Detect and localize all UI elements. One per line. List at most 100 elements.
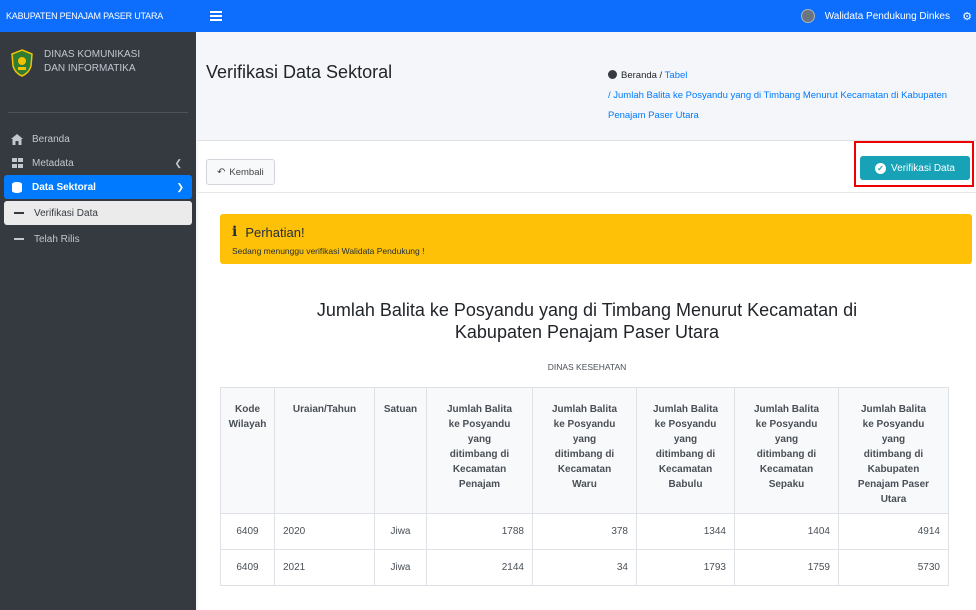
table-row: 6409 2021 Jiwa 2144 34 1793 1759 5730 (220, 549, 949, 586)
header-line: Uraian/Tahun (292, 404, 357, 415)
sidebar-item-label: Data Sektoral (32, 181, 96, 193)
cell-tahun: 2020 (274, 513, 375, 550)
sidebar: KABUPATEN PENAJAM PASER UTARA DINAS KOMU… (0, 0, 196, 610)
info-icon: i (232, 224, 238, 240)
cell-kode: 6409 (220, 549, 275, 586)
cell-babulu: 1344 (636, 513, 735, 550)
header-line: Jumlah Balita (446, 404, 513, 415)
verification-card: ↶ Kembali ✓ Verifikasi Data i Perhatian!… (198, 140, 976, 610)
user-name: Walidata Pendukung Dinkes (824, 10, 950, 22)
header-line: yang (881, 434, 906, 445)
table-title-line1: Jumlah Balita ke Posyandu yang di Timban… (316, 300, 858, 320)
verify-data-button[interactable]: ✓ Verifikasi Data (860, 156, 970, 180)
sidebar-item-verifikasi-data[interactable]: Verifikasi Data (4, 201, 192, 225)
cell-babulu: 1793 (636, 549, 735, 586)
org-logo-icon (10, 48, 34, 78)
check-circle-icon: ✓ (875, 162, 887, 174)
cell-penajam: 2144 (426, 549, 533, 586)
cell-satuan: Jiwa (374, 513, 427, 550)
reply-arrow-icon: ↶ (217, 166, 226, 178)
header-line: ditimbang di (863, 449, 924, 460)
header-line: ditimbang di (554, 449, 615, 460)
col-babulu: Jumlah Balita ke Posyandu yang ditimbang di… (636, 387, 735, 514)
header-line: ke Posyandu (553, 419, 616, 430)
header-line: ditimbang di (449, 449, 510, 460)
header-line: Penajam Paser (857, 479, 930, 490)
hamburger-menu-icon[interactable] (210, 11, 222, 21)
org-name-line2: DAN INFORMATIKA (44, 63, 136, 74)
header-line: Kode (235, 404, 260, 415)
cell-tahun: 2021 (274, 549, 375, 586)
header-line: Penajam (458, 479, 501, 490)
dash-icon (14, 212, 24, 214)
col-kabupaten: Jumlah Balita ke Posyandu yang ditimbang di… (838, 387, 949, 514)
highlight-box: ✓ Verifikasi Data (854, 141, 974, 187)
header-line: ke Posyandu (448, 419, 511, 430)
dashboard-icon (608, 70, 617, 79)
header-line: ke Posyandu (862, 419, 925, 430)
breadcrumb-tabel[interactable]: Tabel (665, 70, 688, 81)
table-header-row: Kode Wilayah Uraian/Tahun Satuan Jumlah B… (220, 387, 949, 514)
header-line: Jumlah Balita (652, 404, 719, 415)
cell-kabupaten: 4914 (838, 513, 949, 550)
col-satuan: Satuan (374, 387, 427, 514)
header-line: Jumlah Balita (860, 404, 927, 415)
table-subtitle: DINAS KESEHATAN (547, 362, 627, 372)
breadcrumb-home[interactable]: Beranda (621, 70, 657, 81)
header-line: yang (572, 434, 597, 445)
breadcrumb-separator: / (656, 70, 665, 81)
header-line: ke Posyandu (755, 419, 818, 430)
cell-kode: 6409 (220, 513, 275, 550)
header-line: yang (774, 434, 799, 445)
header-line: ditimbang di (756, 449, 817, 460)
header-line: Kecamatan (557, 464, 612, 475)
header-line: Jumlah Balita (753, 404, 820, 415)
back-button-label: Kembali (229, 166, 264, 178)
col-kode-wilayah: Kode Wilayah (220, 387, 275, 514)
content-header: Verifikasi Data Sektoral Beranda / Tabel… (196, 32, 976, 136)
alert-message: Sedang menunggu verifikasi Walidata Pend… (232, 246, 425, 256)
back-button[interactable]: ↶ Kembali (206, 159, 275, 185)
dash-icon (14, 238, 24, 240)
header-line: Kecamatan (759, 464, 814, 475)
sidebar-item-metadata[interactable]: Metadata ❮ (0, 151, 196, 175)
col-sepaku: Jumlah Balita ke Posyandu yang ditimbang di… (734, 387, 839, 514)
col-uraian-tahun: Uraian/Tahun (274, 387, 375, 514)
header-line: ke Posyandu (654, 419, 717, 430)
header-line: ditimbang di (655, 449, 716, 460)
header-line: Jumlah Balita (551, 404, 618, 415)
warning-alert: i Perhatian! Sedang menunggu verifikasi … (220, 214, 972, 264)
cell-sepaku: 1404 (734, 513, 839, 550)
cell-sepaku: 1759 (734, 549, 839, 586)
settings-icon[interactable]: ⚙ (962, 10, 972, 23)
sidebar-item-label: Beranda (32, 133, 70, 145)
data-table: Kode Wilayah Uraian/Tahun Satuan Jumlah B… (220, 387, 949, 586)
sidebar-item-beranda[interactable]: Beranda (0, 127, 196, 151)
header-line: Satuan (383, 404, 418, 415)
cell-satuan: Jiwa (374, 549, 427, 586)
sidebar-item-data-sektoral[interactable]: Data Sektoral ❯ (4, 175, 192, 199)
header-line: yang (467, 434, 492, 445)
home-icon (10, 133, 24, 145)
sidebar-menu: Beranda Metadata ❮ Data Sektoral ❯ Verif… (0, 113, 196, 257)
page-title: Verifikasi Data Sektoral (206, 62, 393, 82)
table-title-line2: Kabupaten Penajam Paser Utara (454, 322, 720, 342)
breadcrumb: Beranda / Tabel / Jumlah Balita ke Posya… (608, 66, 976, 126)
avatar (800, 9, 815, 23)
cell-penajam: 1788 (426, 513, 533, 550)
user-menu[interactable]: Walidata Pendukung Dinkes (800, 9, 950, 23)
card-toolbar: ↶ Kembali ✓ Verifikasi Data (198, 141, 976, 193)
header-line: Waru (572, 479, 597, 490)
org-name-line1: DINAS KOMUNIKASI (44, 49, 141, 60)
col-penajam: Jumlah Balita ke Posyandu yang ditimbang di… (426, 387, 533, 514)
header-line: Kecamatan (658, 464, 713, 475)
breadcrumb-current: / Jumlah Balita ke Posyandu yang di Timb… (608, 90, 948, 121)
table-title: Jumlah Balita ke Posyandu yang di Timban… (198, 299, 976, 343)
table-body: 6409 2020 Jiwa 1788 378 1344 1404 4914 6… (220, 513, 949, 586)
sidebar-item-telah-rilis[interactable]: Telah Rilis (0, 227, 196, 251)
cell-waru: 378 (532, 513, 637, 550)
verify-button-label: Verifikasi Data (891, 162, 955, 174)
header-line: Kabupaten (867, 464, 920, 475)
brand-title[interactable]: KABUPATEN PENAJAM PASER UTARA (0, 0, 196, 32)
header-line: Babulu (668, 479, 703, 490)
